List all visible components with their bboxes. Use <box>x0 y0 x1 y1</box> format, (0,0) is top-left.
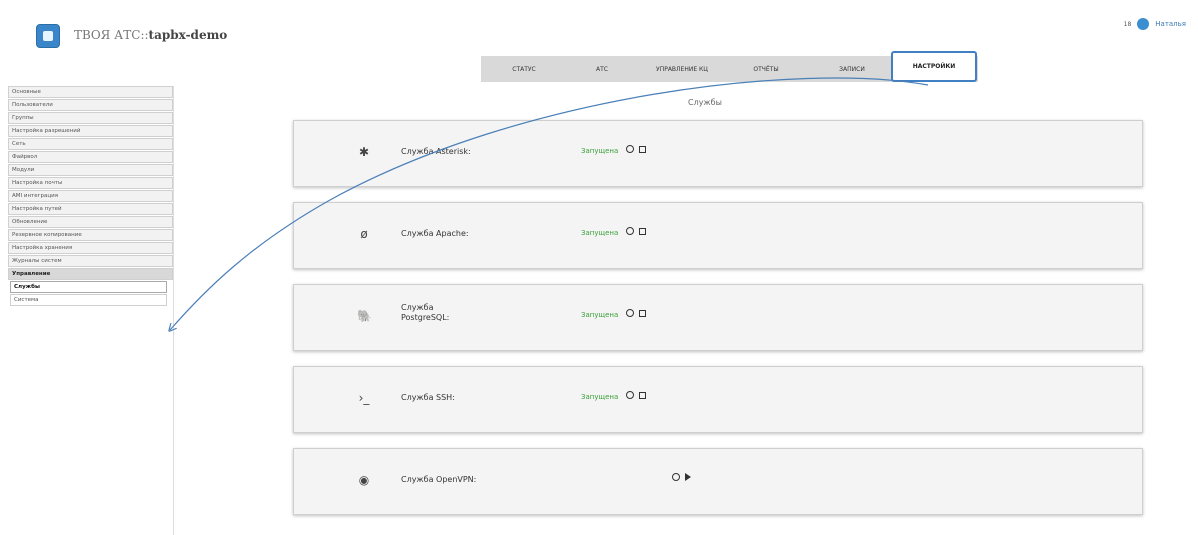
avatar[interactable] <box>1137 18 1150 30</box>
stop-icon[interactable] <box>639 145 646 153</box>
service-card-postgresql: 🐘 Служба PostgreSQL: Запущена <box>293 284 1143 351</box>
sidebar-item-firewall[interactable]: Файрвол <box>8 151 173 163</box>
user-name[interactable]: Наталья <box>1155 20 1186 28</box>
asterisk-icon: ✱ <box>358 145 370 159</box>
service-controls <box>672 473 691 481</box>
tab-status[interactable]: СТАТУС <box>481 66 567 73</box>
service-name: Служба OpenVPN: <box>401 475 477 484</box>
service-card-apache: ø Служба Apache: Запущена <box>293 202 1143 269</box>
sidebar-item-basic[interactable]: Основные <box>8 86 173 98</box>
sidebar-item-storage[interactable]: Настройка хранения <box>8 242 173 254</box>
service-name: Служба Asterisk: <box>401 147 471 156</box>
terminal-icon: ›_ <box>358 391 370 405</box>
apache-feather-icon: ø <box>360 227 368 241</box>
tab-reports[interactable]: ОТЧЁТЫ <box>727 66 805 73</box>
sidebar-item-ami[interactable]: AMI интеграция <box>8 190 173 202</box>
sidebar-item-logs[interactable]: Журналы систем <box>8 255 173 267</box>
sidebar-item-system[interactable]: Система <box>10 294 167 306</box>
postgresql-icon: 🐘 <box>357 309 372 323</box>
stop-icon[interactable] <box>639 227 646 235</box>
service-card-openvpn: ◉ Служба OpenVPN: <box>293 448 1143 515</box>
sidebar-group-management[interactable]: Управление <box>8 268 173 280</box>
sidebar-item-permissions[interactable]: Настройка разрешений <box>8 125 173 137</box>
play-icon[interactable] <box>685 473 691 481</box>
service-controls <box>626 227 646 235</box>
user-badge: 18 <box>1123 20 1132 28</box>
restart-icon[interactable] <box>626 145 634 153</box>
restart-icon[interactable] <box>626 309 634 317</box>
service-controls <box>626 145 646 153</box>
status-badge: Запущена <box>581 393 619 401</box>
stop-icon[interactable] <box>639 309 646 317</box>
service-card-asterisk: ✱ Служба Asterisk: Запущена <box>293 120 1143 187</box>
service-name: Служба PostgreSQL: <box>401 303 450 322</box>
restart-icon[interactable] <box>672 473 680 481</box>
app-title: ТВОЯ АТС::tapbx-demo <box>74 28 227 42</box>
tab-records[interactable]: ЗАПИСИ <box>805 66 899 73</box>
openvpn-icon: ◉ <box>358 473 370 487</box>
sidebar-item-modules[interactable]: Модули <box>8 164 173 176</box>
app-logo-icon[interactable] <box>36 24 60 48</box>
app-header: ТВОЯ АТС::tapbx-demo 18 Наталья СТАТУС А… <box>0 0 1198 86</box>
sidebar-item-mail[interactable]: Настройка почты <box>8 177 173 189</box>
tab-callcenter[interactable]: УПРАВЛЕНИЕ КЦ <box>637 66 727 73</box>
sidebar-item-groups[interactable]: Группы <box>8 112 173 124</box>
sidebar-item-backup[interactable]: Резервное копирование <box>8 229 173 241</box>
status-badge: Запущена <box>581 147 619 155</box>
restart-icon[interactable] <box>626 227 634 235</box>
main-tabs: СТАТУС АТС УПРАВЛЕНИЕ КЦ ОТЧЁТЫ ЗАПИСИ Н… <box>481 51 978 82</box>
sidebar-item-services[interactable]: Службы <box>10 281 167 293</box>
status-badge: Запущена <box>581 229 619 237</box>
sidebar: Основные Пользователи Группы Настройка р… <box>8 86 174 535</box>
stop-icon[interactable] <box>639 391 646 399</box>
service-name: Служба Apache: <box>401 229 469 238</box>
page-title: Службы <box>688 98 722 107</box>
sidebar-item-paths[interactable]: Настройка путей <box>8 203 173 215</box>
restart-icon[interactable] <box>626 391 634 399</box>
service-name: Служба SSH: <box>401 393 455 402</box>
service-controls <box>626 309 646 317</box>
service-card-ssh: ›_ Служба SSH: Запущена <box>293 366 1143 433</box>
service-controls <box>626 391 646 399</box>
sidebar-item-users[interactable]: Пользователи <box>8 99 173 111</box>
tab-settings[interactable]: НАСТРОЙКИ <box>891 51 977 82</box>
status-badge: Запущена <box>581 311 619 319</box>
tab-pbx[interactable]: АТС <box>567 66 637 73</box>
sidebar-item-updates[interactable]: Обновление <box>8 216 173 228</box>
brand-name: tapbx-demo <box>148 28 228 42</box>
brand-prefix: ТВОЯ АТС:: <box>74 28 149 42</box>
user-menu[interactable]: 18 Наталья <box>1124 18 1186 30</box>
sidebar-item-network[interactable]: Сеть <box>8 138 173 150</box>
